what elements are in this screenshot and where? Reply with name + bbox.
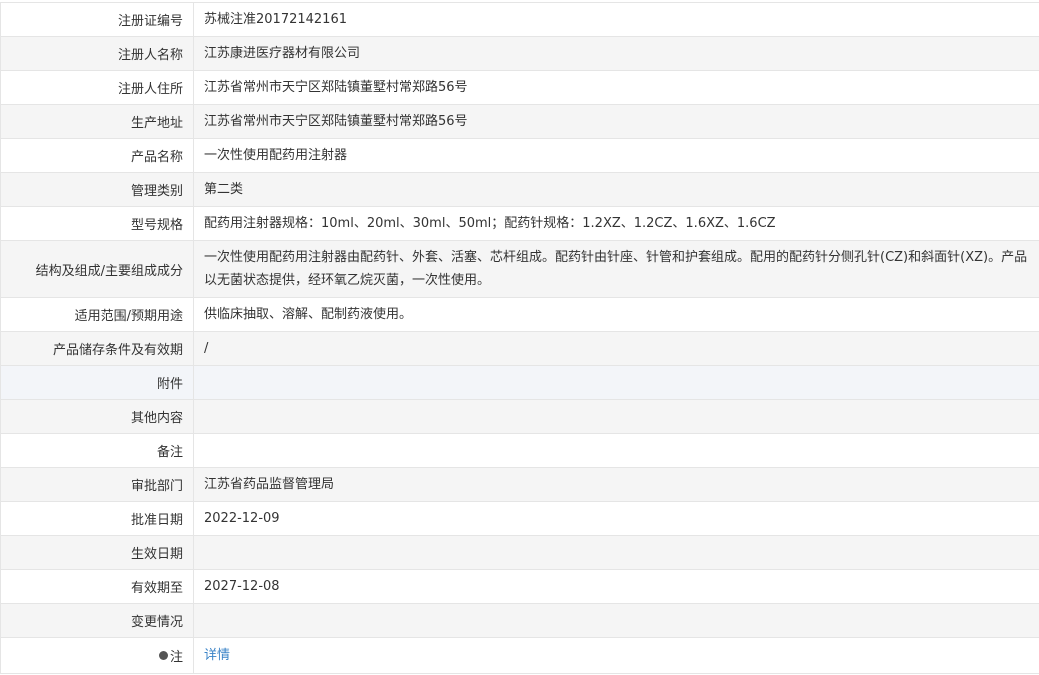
label-storage: 产品储存条件及有效期	[1, 332, 194, 365]
value-remark	[194, 434, 1039, 467]
row-storage: 产品储存条件及有效期 /	[1, 332, 1039, 366]
row-other: 其他内容	[1, 400, 1039, 434]
label-model-spec: 型号规格	[1, 207, 194, 240]
row-approval-date: 批准日期 2022-12-09	[1, 502, 1039, 536]
label-registrant-name: 注册人名称	[1, 37, 194, 70]
label-remark: 备注	[1, 434, 194, 467]
label-production-address: 生产地址	[1, 105, 194, 138]
value-valid-until: 2027-12-08	[204, 579, 280, 594]
row-effective-date: 生效日期	[1, 536, 1039, 570]
row-structure: 结构及组成/主要组成成分 一次性使用配药用注射器由配药针、外套、活塞、芯杆组成。…	[1, 241, 1039, 298]
label-note-text: 注	[169, 650, 183, 665]
label-other: 其他内容	[1, 400, 194, 433]
label-effective-date: 生效日期	[1, 536, 194, 569]
label-registration-number: 注册证编号	[1, 3, 194, 36]
value-other	[194, 400, 1039, 433]
value-management-category: 第二类	[204, 182, 244, 197]
row-scope: 适用范围/预期用途 供临床抽取、溶解、配制药液使用。	[1, 298, 1039, 332]
value-scope: 供临床抽取、溶解、配制药液使用。	[204, 307, 413, 322]
bullet-icon	[158, 651, 168, 660]
label-note: 注	[1, 638, 194, 673]
row-product-name: 产品名称 一次性使用配药用注射器	[1, 139, 1039, 173]
row-management-category: 管理类别 第二类	[1, 173, 1039, 207]
value-structure: 一次性使用配药用注射器由配药针、外套、活塞、芯杆组成。配药针由针座、针管和护套组…	[204, 250, 1028, 288]
row-remark: 备注	[1, 434, 1039, 468]
label-management-category: 管理类别	[1, 173, 194, 206]
row-model-spec: 型号规格 配药用注射器规格：10ml、20ml、30ml、50ml；配药针规格：…	[1, 207, 1039, 241]
row-changes: 变更情况	[1, 604, 1039, 638]
value-model-spec: 配药用注射器规格：10ml、20ml、30ml、50ml；配药针规格：1.2XZ…	[204, 216, 776, 231]
label-approval-date: 批准日期	[1, 502, 194, 535]
value-registrant-name: 江苏康进医疗器材有限公司	[204, 46, 361, 61]
value-registrant-address: 江苏省常州市天宁区郑陆镇董墅村常郑路56号	[204, 80, 468, 95]
label-approval-dept: 审批部门	[1, 468, 194, 501]
row-registration-number: 注册证编号 苏械注准20172142161	[1, 3, 1039, 37]
row-valid-until: 有效期至 2027-12-08	[1, 570, 1039, 604]
label-changes: 变更情况	[1, 604, 194, 637]
row-production-address: 生产地址 江苏省常州市天宁区郑陆镇董墅村常郑路56号	[1, 105, 1039, 139]
label-registrant-address: 注册人住所	[1, 71, 194, 104]
details-link[interactable]: 详情	[204, 644, 230, 667]
row-note: 注 详情	[1, 638, 1039, 674]
label-valid-until: 有效期至	[1, 570, 194, 603]
registration-detail-table: 注册证编号 苏械注准20172142161 注册人名称 江苏康进医疗器材有限公司…	[0, 2, 1039, 674]
label-product-name: 产品名称	[1, 139, 194, 172]
value-note: 详情	[194, 638, 1039, 673]
value-product-name: 一次性使用配药用注射器	[204, 148, 348, 163]
value-effective-date	[194, 536, 1039, 569]
value-production-address: 江苏省常州市天宁区郑陆镇董墅村常郑路56号	[204, 114, 468, 129]
value-approval-date: 2022-12-09	[204, 511, 280, 526]
row-registrant-name: 注册人名称 江苏康进医疗器材有限公司	[1, 37, 1039, 71]
label-structure: 结构及组成/主要组成成分	[1, 241, 194, 297]
row-registrant-address: 注册人住所 江苏省常州市天宁区郑陆镇董墅村常郑路56号	[1, 71, 1039, 105]
value-changes	[194, 604, 1039, 637]
value-approval-dept: 江苏省药品监督管理局	[204, 477, 335, 492]
value-attachment	[194, 366, 1039, 399]
label-attachment: 附件	[1, 366, 194, 399]
row-attachment: 附件	[1, 366, 1039, 400]
value-storage: /	[204, 341, 209, 356]
value-registration-number: 苏械注准20172142161	[204, 12, 347, 27]
row-approval-dept: 审批部门 江苏省药品监督管理局	[1, 468, 1039, 502]
label-scope: 适用范围/预期用途	[1, 298, 194, 331]
